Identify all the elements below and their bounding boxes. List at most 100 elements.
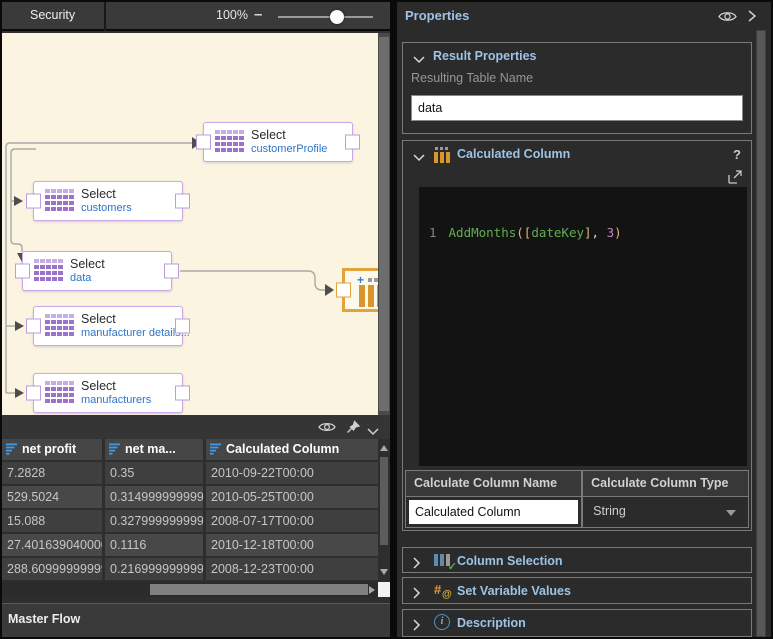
grid-scrollbar-thumb[interactable] — [380, 457, 388, 545]
canvas-tab-bar: Security 100% – — [2, 2, 390, 31]
output-port[interactable] — [164, 264, 179, 279]
column-type-dropdown[interactable]: String — [582, 496, 749, 528]
zoom-out-button[interactable]: – — [254, 2, 262, 31]
expression-code-editor[interactable]: 1AddMonths([dateKey], 3) — [419, 187, 747, 466]
column-name-input[interactable] — [409, 500, 578, 524]
cell[interactable]: 0.21699999999999 — [105, 558, 203, 580]
input-port[interactable] — [26, 194, 41, 209]
chevron-right-icon[interactable] — [412, 556, 421, 575]
table-grid-icon — [34, 259, 39, 263]
section-title: Set Variable Values — [457, 584, 571, 598]
cell[interactable]: 0.1116 — [105, 534, 203, 556]
cell[interactable]: 2008-07-17T00:00 — [206, 510, 378, 532]
table-grid-icon — [215, 130, 220, 134]
properties-vertical-scrollbar[interactable] — [756, 30, 766, 637]
grid-vertical-scrollbar[interactable] — [378, 439, 390, 582]
canvas-vertical-scrollbar[interactable] — [378, 33, 390, 415]
scroll-down-arrow[interactable] — [380, 569, 388, 575]
resulting-table-name-label: Resulting Table Name — [411, 71, 533, 85]
input-port[interactable] — [26, 386, 41, 401]
grid-horizontal-scrollbar[interactable] — [2, 582, 378, 597]
data-preview-panel: net profit net ma... Calculated Column 7… — [2, 415, 390, 603]
cell[interactable]: 2010-09-22T00:00 — [206, 462, 378, 484]
table-grid-icon — [45, 381, 50, 385]
column-header-calculated-column[interactable]: Calculated Column — [206, 439, 378, 460]
input-port[interactable] — [336, 283, 351, 298]
section-header[interactable]: Result Properties — [403, 43, 751, 70]
grid-hscrollbar-thumb[interactable] — [150, 584, 368, 595]
section-header[interactable]: ✓ Column Selection — [403, 548, 751, 575]
chevron-down-icon[interactable] — [412, 149, 426, 167]
resulting-table-name-input[interactable] — [411, 95, 743, 121]
chevron-right-icon[interactable] — [412, 618, 421, 637]
node-subtitle: data — [70, 272, 105, 284]
code-line: 1AddMonths([dateKey], 3) — [419, 217, 747, 240]
cell[interactable]: 2008-12-23T00:00 — [206, 558, 378, 580]
cell[interactable]: 7.2828 — [2, 462, 102, 484]
output-port[interactable] — [345, 135, 360, 150]
cell[interactable]: 27.4016390400000 — [2, 534, 102, 556]
output-port[interactable] — [175, 194, 190, 209]
canvas-scrollbar-thumb[interactable] — [379, 37, 389, 411]
preview-eye-icon[interactable] — [318, 420, 336, 438]
node-select-data[interactable]: Select data — [22, 251, 172, 291]
cell[interactable]: 2010-12-18T00:00 — [206, 534, 378, 556]
scroll-right-arrow[interactable] — [369, 586, 375, 594]
properties-header: Properties — [397, 2, 771, 30]
output-port[interactable] — [175, 319, 190, 334]
grid-body: 7.2828 0.35 2010-09-22T00:00 529.5024 0.… — [2, 462, 378, 582]
cell[interactable]: 0.31499999999999 — [105, 486, 203, 508]
cell[interactable]: 2010-05-25T00:00 — [206, 486, 378, 508]
node-subtitle: manufacturer details... — [81, 327, 190, 339]
table-grid-icon — [45, 314, 50, 318]
column-header-net-profit[interactable]: net profit — [2, 439, 102, 460]
section-header[interactable]: i Description — [403, 610, 751, 637]
section-set-variable-values: # @ Set Variable Values — [402, 577, 752, 604]
flow-editor-pane: Security 100% – — [2, 2, 390, 637]
column-header-net-margin[interactable]: net ma... — [105, 439, 203, 460]
node-subtitle: manufacturers — [81, 394, 151, 406]
input-port[interactable] — [196, 135, 211, 150]
chevron-down-icon[interactable] — [412, 51, 426, 69]
node-title: Select — [81, 379, 151, 393]
preview-toolbar — [2, 415, 390, 439]
app-window: Security 100% – — [0, 0, 773, 639]
node-select-manufacturer-details[interactable]: Select manufacturer details... — [33, 306, 183, 346]
tab-security[interactable]: Security — [2, 2, 106, 31]
cell[interactable]: 15.088 — [2, 510, 102, 532]
section-title: Column Selection — [457, 554, 563, 568]
node-select-manufacturers[interactable]: Select manufacturers — [33, 373, 183, 413]
cell[interactable]: 0.32799999999999 — [105, 510, 203, 532]
cell[interactable]: 529.5024 — [2, 486, 102, 508]
dataflow-canvas[interactable]: Select customerProfile Select customers — [2, 33, 390, 415]
chevron-right-icon[interactable] — [412, 586, 421, 605]
section-result-properties: Result Properties Resulting Table Name — [402, 42, 752, 134]
section-header[interactable]: Calculated Column ? — [403, 141, 751, 168]
node-select-customerProfile[interactable]: Select customerProfile — [203, 122, 353, 162]
sort-bars-icon — [109, 443, 121, 455]
input-port[interactable] — [26, 319, 41, 334]
eye-icon[interactable] — [718, 10, 737, 28]
calculated-column-icon — [434, 147, 452, 163]
cell[interactable]: 0.35 — [105, 462, 203, 484]
input-port[interactable] — [15, 264, 30, 279]
selected-type-value: String — [593, 504, 626, 518]
zoom-slider-thumb[interactable] — [330, 10, 344, 24]
scroll-up-arrow[interactable] — [380, 445, 388, 451]
node-title: Select — [81, 187, 132, 201]
column-name-type-table: Calculate Column Name Calculate Column T… — [405, 470, 749, 528]
node-select-customers[interactable]: Select customers — [33, 181, 183, 221]
output-port[interactable] — [175, 386, 190, 401]
section-title: Description — [457, 616, 526, 630]
column-name-cell — [405, 496, 582, 528]
set-variable-values-icon: # @ — [434, 582, 454, 600]
chevron-right-icon[interactable] — [747, 9, 757, 28]
properties-scrollbar-thumb[interactable] — [757, 31, 765, 636]
status-bar-master-flow[interactable]: Master Flow — [2, 603, 390, 637]
zoom-slider[interactable] — [278, 16, 373, 18]
cell[interactable]: 288.6099999999999 — [2, 558, 102, 580]
pin-icon[interactable] — [346, 420, 361, 440]
help-icon[interactable]: ? — [733, 147, 741, 162]
calculate-column-name-header: Calculate Column Name — [405, 470, 582, 497]
section-header[interactable]: # @ Set Variable Values — [403, 578, 751, 605]
